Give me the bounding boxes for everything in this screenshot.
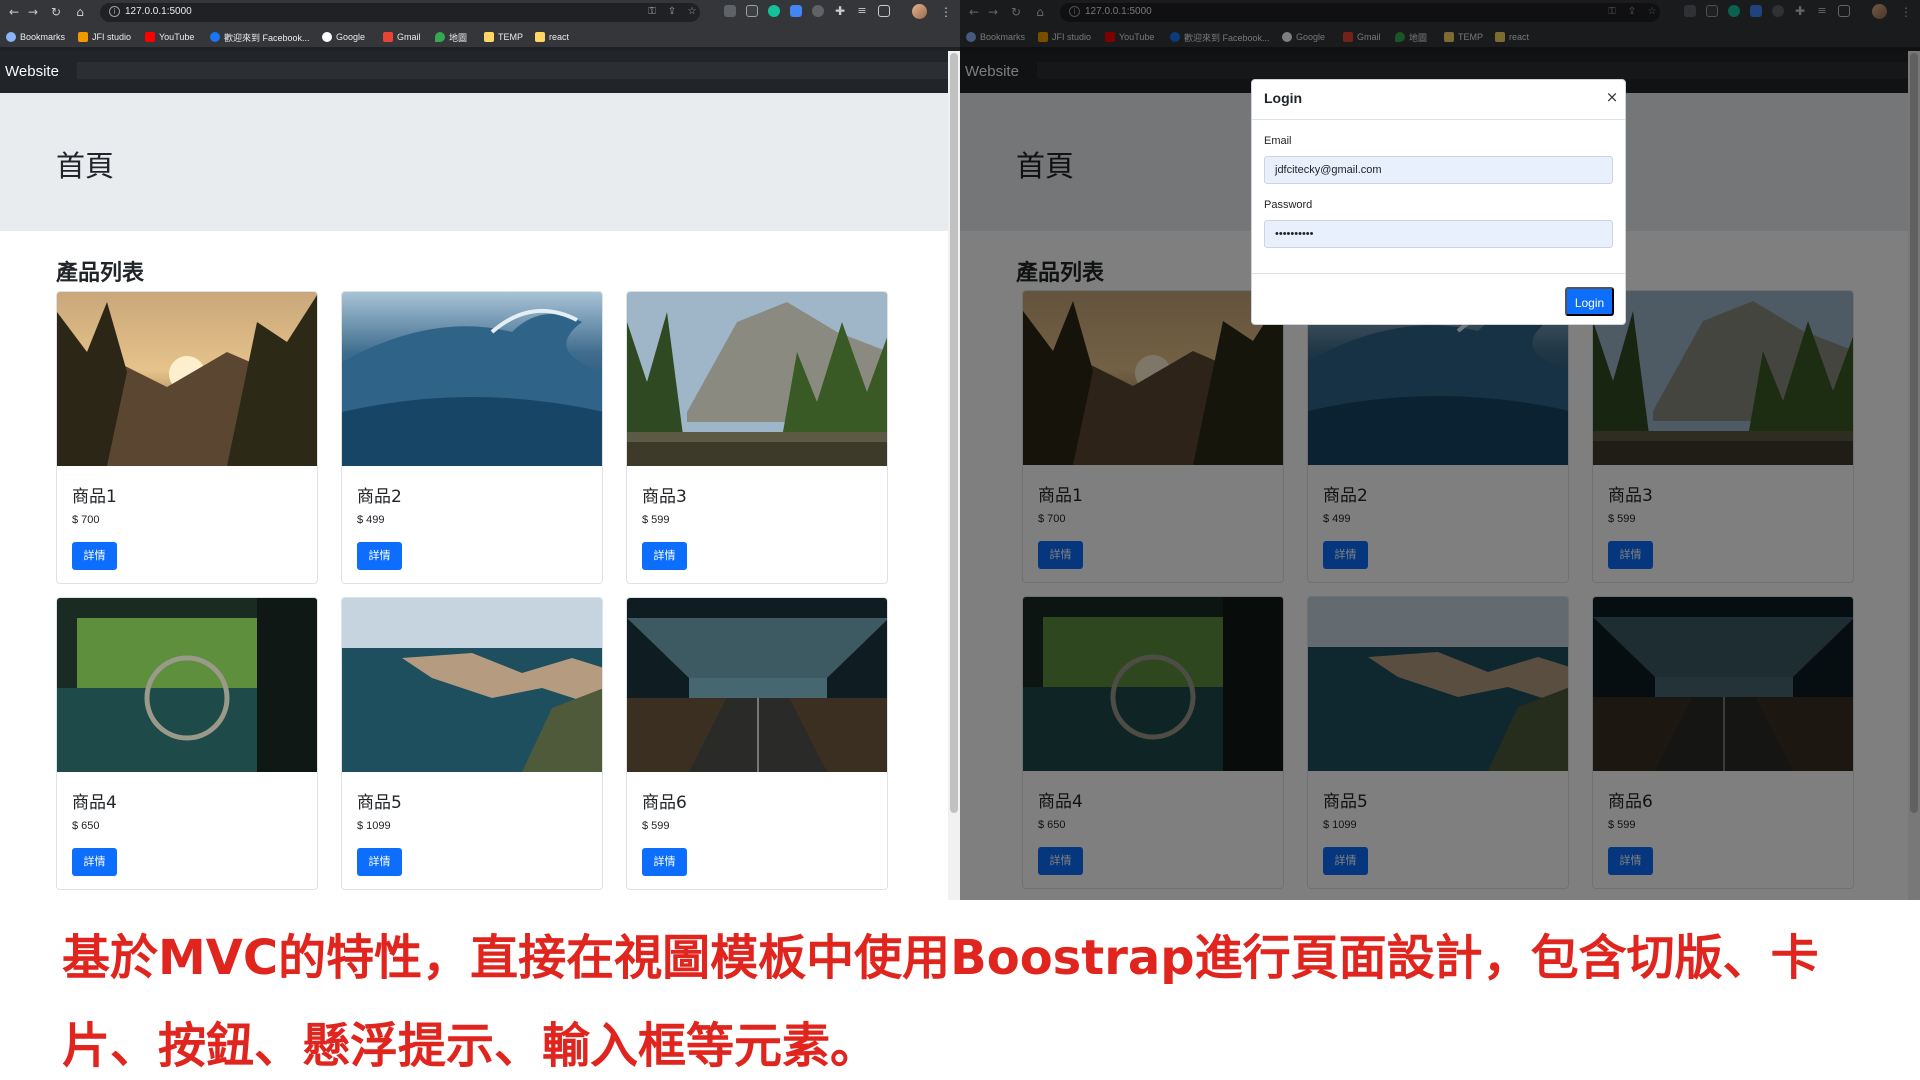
jumbotron: 首頁 bbox=[0, 93, 948, 231]
reading-list-icon[interactable]: ≡ bbox=[856, 5, 868, 17]
bookmark-item[interactable]: TEMP bbox=[484, 30, 523, 44]
product-image-escalator-station bbox=[627, 598, 887, 772]
navbar-collapse bbox=[77, 62, 948, 79]
card-price: $ 650 bbox=[72, 820, 100, 832]
detail-button[interactable]: 詳情 bbox=[642, 848, 687, 876]
composite-screenshot: { "browser": { "url": "127.0.0.1:5000", … bbox=[0, 0, 1920, 1080]
bookmark-item[interactable]: JFI studio bbox=[78, 30, 131, 44]
gmail-icon bbox=[383, 32, 393, 42]
card-price: $ 599 bbox=[642, 820, 670, 832]
card-title: 商品6 bbox=[642, 793, 687, 813]
bookmark-item[interactable]: YouTube bbox=[145, 30, 194, 44]
extension-icon[interactable] bbox=[724, 5, 736, 17]
email-field[interactable]: jdfcitecky@gmail.com bbox=[1264, 156, 1613, 184]
product-card: 商品3 $ 599 詳情 bbox=[626, 291, 888, 584]
extension-icon[interactable] bbox=[746, 5, 758, 17]
browser-chrome: ← → ↻ ⌂ i 127.0.0.1:5000 ⚿ ⇪ ☆ ✚ ≡ ⋮ Boo… bbox=[0, 0, 960, 51]
bookmarks-bar: Bookmarks JFI studio YouTube 歡迎來到 Facebo… bbox=[0, 27, 960, 47]
product-card: 商品4 $ 650 詳情 bbox=[56, 597, 318, 890]
share-icon[interactable]: ⇪ bbox=[666, 6, 678, 18]
product-image-ocean-wave bbox=[342, 292, 602, 466]
browser-window-left: ← → ↻ ⌂ i 127.0.0.1:5000 ⚿ ⇪ ☆ ✚ ≡ ⋮ Boo… bbox=[0, 0, 960, 900]
password-field[interactable]: •••••••••• bbox=[1264, 220, 1613, 248]
product-card: 商品6 $ 599 詳情 bbox=[626, 597, 888, 890]
modal-title: Login bbox=[1264, 90, 1303, 106]
product-image-coastal-cliffs bbox=[342, 598, 602, 772]
product-image-mountain-sunset bbox=[57, 292, 317, 466]
email-label: Email bbox=[1264, 135, 1292, 147]
detail-button[interactable]: 詳情 bbox=[357, 848, 402, 876]
facebook-icon bbox=[210, 32, 220, 42]
browser-window-right: ← → ↻ ⌂ i 127.0.0.1:5000 ⚿ ⇪ ☆ ✚ ≡ ⋮ Boo… bbox=[960, 0, 1920, 900]
puzzle-icon[interactable]: ✚ bbox=[834, 5, 846, 17]
menu-icon[interactable]: ⋮ bbox=[940, 4, 952, 20]
bookmark-item[interactable]: 地圖 bbox=[435, 30, 467, 44]
translate-icon[interactable] bbox=[790, 5, 802, 17]
extension-icon[interactable] bbox=[812, 5, 824, 17]
omnibox[interactable]: i 127.0.0.1:5000 ⚿ ⇪ ☆ bbox=[100, 3, 700, 22]
bookmark-item[interactable]: react bbox=[535, 30, 569, 44]
avatar[interactable] bbox=[912, 4, 927, 19]
address-bar-row: ← → ↻ ⌂ i 127.0.0.1:5000 ⚿ ⇪ ☆ ✚ ≡ ⋮ bbox=[0, 0, 960, 25]
product-image-car-interior bbox=[57, 598, 317, 772]
login-button[interactable]: Login bbox=[1565, 287, 1614, 316]
reload-icon[interactable]: ↻ bbox=[48, 4, 64, 20]
card-price: $ 700 bbox=[72, 514, 100, 526]
jfi-icon bbox=[78, 32, 88, 42]
grammarly-icon[interactable] bbox=[768, 5, 780, 17]
card-title: 商品1 bbox=[72, 487, 117, 507]
bookmark-item[interactable]: Bookmarks bbox=[6, 30, 65, 44]
card-title: 商品2 bbox=[357, 487, 402, 507]
close-icon[interactable]: × bbox=[1604, 89, 1620, 105]
google-icon bbox=[322, 32, 332, 42]
back-icon[interactable]: ← bbox=[6, 4, 22, 20]
card-title: 商品4 bbox=[72, 793, 117, 813]
login-modal: Login × Email jdfcitecky@gmail.com Passw… bbox=[1251, 79, 1626, 325]
page-title: 首頁 bbox=[56, 149, 115, 183]
url-text: 127.0.0.1:5000 bbox=[125, 6, 192, 17]
section-title: 產品列表 bbox=[56, 261, 145, 286]
side-panel-icon[interactable] bbox=[878, 5, 890, 17]
modal-header: Login × bbox=[1252, 80, 1625, 120]
caption-line: 片、按鈕、懸浮提示、輸入框等元素。 bbox=[62, 1018, 879, 1074]
card-title: 商品5 bbox=[357, 793, 402, 813]
forward-icon[interactable]: → bbox=[25, 4, 41, 20]
bookmark-star-icon[interactable]: ☆ bbox=[686, 6, 698, 18]
maps-icon bbox=[435, 32, 445, 42]
card-price: $ 499 bbox=[357, 514, 385, 526]
bookmark-item[interactable]: Gmail bbox=[383, 30, 421, 44]
folder-icon bbox=[484, 32, 494, 42]
caption-line: 基於MVC的特性，直接在視圖模板中使用Boostrap進行頁面設計，包含切版、卡 bbox=[62, 930, 1819, 986]
navbar-brand[interactable]: Website bbox=[5, 63, 59, 80]
scrollbar-thumb[interactable] bbox=[950, 53, 958, 813]
card-title: 商品3 bbox=[642, 487, 687, 507]
detail-button[interactable]: 詳情 bbox=[72, 542, 117, 570]
card-price: $ 599 bbox=[642, 514, 670, 526]
product-card: 商品2 $ 499 詳情 bbox=[341, 291, 603, 584]
detail-button[interactable]: 詳情 bbox=[642, 542, 687, 570]
detail-button[interactable]: 詳情 bbox=[357, 542, 402, 570]
site-navbar: Website bbox=[0, 51, 948, 93]
youtube-icon bbox=[145, 32, 155, 42]
bookmark-item[interactable]: Google bbox=[322, 30, 365, 44]
key-icon[interactable]: ⚿ bbox=[646, 6, 658, 18]
card-price: $ 1099 bbox=[357, 820, 391, 832]
star-icon bbox=[6, 32, 16, 42]
detail-button[interactable]: 詳情 bbox=[72, 848, 117, 876]
home-icon[interactable]: ⌂ bbox=[72, 4, 88, 20]
product-image-yosemite-valley bbox=[627, 292, 887, 466]
product-card: 商品1 $ 700 詳情 bbox=[56, 291, 318, 584]
folder-icon bbox=[535, 32, 545, 42]
bookmark-item[interactable]: 歡迎來到 Facebook... bbox=[210, 30, 310, 44]
site-info-icon[interactable]: i bbox=[109, 6, 120, 17]
password-label: Password bbox=[1264, 199, 1313, 211]
product-card: 商品5 $ 1099 詳情 bbox=[341, 597, 603, 890]
modal-footer-divider bbox=[1252, 273, 1625, 274]
